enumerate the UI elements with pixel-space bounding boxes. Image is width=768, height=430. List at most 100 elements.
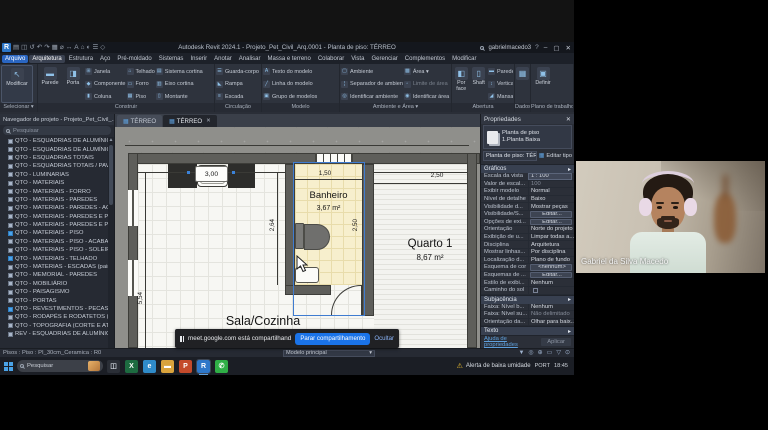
property-value[interactable]: Normal — [528, 188, 574, 195]
hide-bar-button[interactable]: Ocultar — [374, 335, 394, 342]
floor-plan-canvas[interactable]: 3,00 1,50 Banheiro 3,67 m² 2,50 2,64 5,5… — [115, 127, 480, 348]
revit-icon[interactable]: R — [196, 358, 211, 375]
identificar-ambiente-button[interactable]: ◎ Identificar ambiente — [341, 91, 403, 102]
forro-button[interactable]: ▭ Forro — [126, 79, 155, 90]
parede-button[interactable]: ▬ Parede — [487, 66, 513, 77]
help-icon[interactable]: ? — [535, 44, 539, 51]
montante-button[interactable]: ▯ Montante — [155, 91, 203, 102]
task-view-button[interactable]: ◫ — [107, 359, 120, 373]
property-value[interactable]: 100 — [528, 180, 574, 188]
sala-height-dimension[interactable]: 2,64 — [269, 215, 276, 235]
signed-in-user[interactable]: gabrielmacedo3 — [488, 45, 531, 51]
view-tab-terreo-1[interactable]: ▦ TÉRREO — [117, 115, 163, 127]
ribbon-tab-colaborar[interactable]: Colaborar — [315, 55, 347, 63]
rampa-button[interactable]: ◣ Rampa — [216, 79, 259, 90]
default-3d-view-icon[interactable]: ⌂ — [81, 42, 85, 53]
ribbon-tab-gerenciar[interactable]: Gerenciar — [368, 55, 400, 63]
wall-left[interactable] — [128, 153, 138, 348]
definir-button[interactable]: ▣ Definir — [532, 65, 554, 103]
wall-right[interactable] — [467, 153, 477, 348]
kitchen-counter-left[interactable] — [168, 164, 197, 188]
search-icon[interactable] — [480, 45, 485, 50]
ribbon-tab-complementos[interactable]: Complementos — [402, 55, 448, 63]
browser-item-qto-revestimentos-pecas[interactable]: QTO - REVESTIMENTOS - PECAS — [0, 305, 108, 313]
property-value[interactable]: Nenhum — [528, 279, 574, 286]
texto-do-modelo-button[interactable]: A Texto do modelo — [263, 66, 317, 77]
property-value[interactable]: Arquitetura — [528, 241, 574, 248]
sala-height-dimension-line[interactable] — [277, 172, 278, 285]
sync-icon[interactable]: ↺ — [29, 42, 34, 53]
quarto-top-dimension[interactable]: 2,50 — [422, 172, 452, 180]
identificar-area-button[interactable]: ◉ Identificar área ▾ — [403, 91, 450, 102]
property-value[interactable] — [528, 286, 574, 294]
vertical-button[interactable]: ↕Vertical — [487, 79, 513, 90]
section-header-graficos[interactable]: Gráficos ▸ — [481, 164, 574, 173]
properties-header[interactable]: Propriedades ✕ — [481, 114, 574, 124]
properties-help-link[interactable]: Ajuda de propriedades — [484, 336, 541, 348]
powerpoint-icon[interactable]: P — [179, 359, 192, 373]
type-selector[interactable]: Planta de piso 1.Planta Baixa — [483, 125, 572, 149]
quarto-dimension-line[interactable] — [374, 183, 467, 184]
property-value[interactable]: <nenhum> — [530, 264, 572, 271]
property-value[interactable]: Norte do projeto — [528, 226, 574, 233]
property-value[interactable]: Nenhum — [528, 303, 574, 311]
sistema-cortina-button[interactable]: ▤ Sistema cortina — [155, 66, 203, 77]
ribbon-tab-arquivo[interactable]: Arquivo — [2, 54, 29, 63]
weather-alert[interactable]: ⚠ Alerta de baixa umidade — [457, 362, 531, 370]
room-tag-sala[interactable]: Sala/Cozinha — [203, 315, 323, 328]
eixo-cortina-button[interactable]: ▥ Eixo cortina — [155, 79, 203, 90]
undo-icon[interactable]: ↶ — [37, 42, 42, 53]
browser-item-qto-materiais-paredes-ac[interactable]: QTO - MATERIAIS - PAREDES - AC — [0, 204, 108, 212]
redo-icon[interactable]: ↷ — [44, 42, 49, 53]
section-collapse-icon[interactable]: ▸ — [568, 166, 571, 173]
property-value[interactable]: Editar... — [530, 218, 572, 226]
browser-item-qto-rodapes-e-rodatetos-b[interactable]: QTO - RODAPÉS E RODATETOS (b — [0, 313, 108, 321]
coluna-button[interactable]: ▮ Coluna — [85, 91, 126, 102]
window-left-2[interactable] — [128, 260, 138, 296]
property-value[interactable]: Não delimitado — [528, 311, 574, 318]
ribbon-tab-vista[interactable]: Vista — [348, 55, 367, 63]
browser-item-qto-mobiliario[interactable]: QTO - MOBILIÁRIO — [0, 280, 108, 288]
ribbon-tab-anotar[interactable]: Anotar — [211, 55, 235, 63]
browser-item-qto-materiais-paredes-e-pi[interactable]: QTO - MATERIAIS - PAREDES E PI — [0, 221, 108, 229]
piso-button[interactable]: ▦ Piso — [126, 91, 155, 102]
browser-item-qto-luminarias[interactable]: QTO - LUMINARIAS — [0, 171, 108, 179]
room-area-quarto[interactable]: 8,67 m² — [400, 254, 460, 262]
browser-item-qto-materiais[interactable]: QTO - MATERIAIS — [0, 179, 108, 187]
minimize-button[interactable]: – — [543, 44, 549, 51]
browser-item-qto-esquadrias-de-aluminic[interactable]: QTO - ESQUADRIAS DE ALUMÍNIC — [0, 145, 108, 153]
ribbon-tab-modificar[interactable]: Modificar — [449, 55, 479, 63]
browser-item-qto-materiais-piso-acaba[interactable]: QTO - MATERIAIS - PISO - ACABA — [0, 238, 108, 246]
browser-item-qto-esquadrias-de-aluminic[interactable]: QTO - ESQUADRIAS DE ALUMÍNIC — [0, 137, 108, 145]
telhado-button[interactable]: ⌂ Telhado — [126, 66, 155, 77]
browser-item-qto-materiais-paredes[interactable]: QTO - MATERIAIS - PAREDES — [0, 196, 108, 204]
mansarda-button[interactable]: ◢Mansarda — [487, 91, 513, 102]
edit-type-button[interactable]: ▦ Editar tipo — [539, 152, 572, 160]
browser-item-qto-materias-escadas-pair[interactable]: QTO - MATERIAS - ESCADAS (pair — [0, 263, 108, 271]
ribbon-tab-sistemas[interactable]: Sistemas — [156, 55, 187, 63]
property-value[interactable]: Mostrar peças — [528, 203, 574, 210]
ribbon-tab-estrutura[interactable]: Estrutura — [66, 55, 96, 63]
project-browser-scrollbar[interactable]: ▲ — [108, 137, 114, 348]
whatsapp-icon[interactable]: ✆ — [215, 359, 228, 373]
window-left-1[interactable] — [128, 190, 138, 226]
kitchen-counter-right[interactable] — [228, 164, 255, 188]
view-tab-terreo-2[interactable]: ▦ TÉRREO ✕ — [163, 115, 217, 127]
excel-icon[interactable]: X — [125, 359, 138, 373]
clock[interactable]: 18:45 — [554, 363, 568, 369]
property-value[interactable]: Limpar todas a... — [528, 233, 574, 241]
switch-windows-icon[interactable]: ◇ — [100, 42, 105, 53]
por-face-button[interactable]: ◧ Por face — [453, 65, 469, 103]
dimension-grip[interactable] — [187, 171, 190, 174]
project-browser-header[interactable]: Navegador de projeto - Projeto_Pet_Civil… — [0, 114, 114, 125]
shaft-button[interactable]: ▯ Shaft — [470, 65, 486, 103]
browser-item-qto-portas[interactable]: QTO - PORTAS — [0, 296, 108, 304]
room-tag-quarto[interactable]: Quarto 1 — [400, 238, 460, 251]
element-selector[interactable]: Planta de piso: TÉRR ▾ — [483, 150, 537, 161]
thin-lines-icon[interactable]: ☰ — [92, 42, 98, 53]
open-icon[interactable]: ▤ — [13, 42, 19, 53]
aligned-dimension-icon[interactable]: ↔ — [66, 42, 73, 53]
property-value[interactable]: Plano de fundo — [528, 256, 574, 264]
left-dimension-line[interactable] — [145, 172, 146, 348]
taskbar-search[interactable]: Pesquisar — [17, 360, 103, 372]
